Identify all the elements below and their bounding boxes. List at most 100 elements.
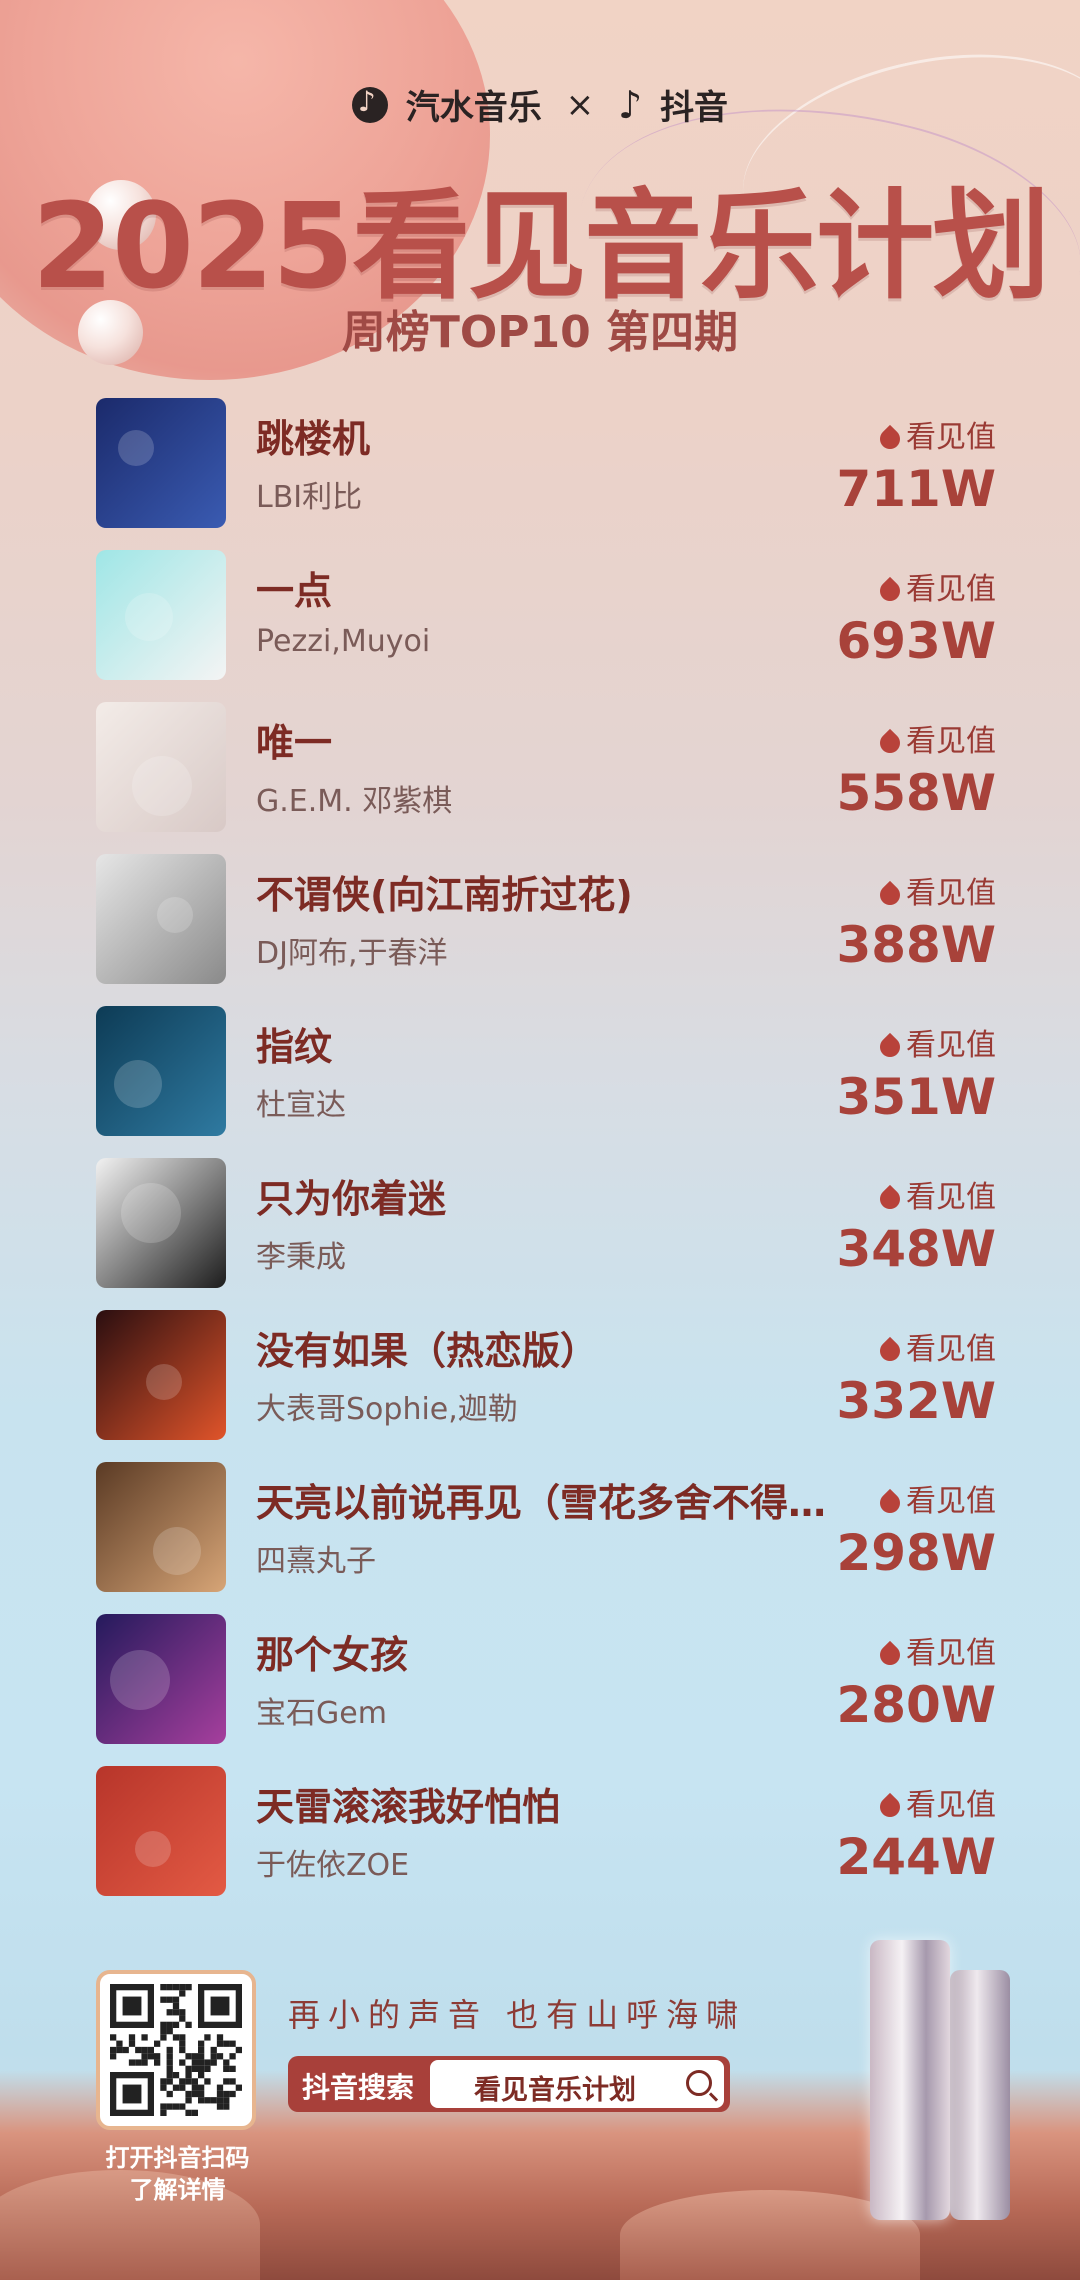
song-artist: 宝石Gem bbox=[256, 1696, 387, 1731]
album-cover[interactable] bbox=[96, 1006, 226, 1136]
album-cover[interactable] bbox=[96, 1766, 226, 1896]
metric-label-text: 看见值 bbox=[906, 1788, 996, 1823]
song-artist: 四熹丸子 bbox=[256, 1544, 376, 1579]
metric-label: 看见值 bbox=[796, 564, 996, 608]
album-cover[interactable] bbox=[96, 1310, 226, 1440]
album-cover[interactable] bbox=[96, 1614, 226, 1744]
album-cover-art bbox=[96, 1766, 226, 1896]
metric-value: 558W bbox=[836, 764, 996, 822]
search-input[interactable]: 看见音乐计划 bbox=[430, 2060, 724, 2108]
view-metric: 看见值 351W bbox=[796, 1020, 996, 1126]
flame-drop-icon bbox=[875, 728, 905, 757]
song-title: 天亮以前说再见（雪花多舍不得… bbox=[256, 1481, 827, 1525]
metric-value: 711W bbox=[836, 460, 996, 518]
chart-row[interactable]: 唯一 G.E.M. 邓紫棋 看见值 558W bbox=[96, 702, 996, 854]
flame-drop-icon bbox=[875, 576, 905, 605]
metric-value: 388W bbox=[836, 916, 996, 974]
song-title: 那个女孩 bbox=[256, 1633, 409, 1677]
qr-code-image bbox=[110, 1984, 242, 2116]
chart-row[interactable]: 那个女孩宝石Gem 看见值 280W bbox=[96, 1614, 996, 1766]
qr-caption-line-2: 了解详情 bbox=[129, 2176, 226, 2204]
song-title: 没有如果（热恋版） bbox=[256, 1329, 599, 1373]
song-title: 不谓侠(向江南折过花) bbox=[256, 873, 633, 917]
metric-value: 348W bbox=[836, 1220, 996, 1278]
song-artist: LBI利比 bbox=[256, 480, 363, 515]
view-metric: 看见值 388W bbox=[796, 868, 996, 974]
album-cover-art bbox=[96, 702, 226, 832]
chart-row[interactable]: 一点 Pezzi,Muyoi 看见值 693W bbox=[96, 550, 996, 702]
song-title: 一点 bbox=[256, 569, 333, 613]
view-metric: 看见值 332W bbox=[796, 1324, 996, 1430]
poster: 汽水音乐 × ♪ 抖音 2025看见音乐计划 周榜TOP10 第四期 跳楼机LB… bbox=[0, 0, 1080, 2280]
qr-code[interactable] bbox=[96, 1970, 256, 2130]
flame-drop-icon bbox=[875, 1640, 905, 1669]
album-cover[interactable] bbox=[96, 854, 226, 984]
view-metric: 看见值 298W bbox=[796, 1476, 996, 1582]
flame-drop-icon bbox=[875, 1184, 905, 1213]
page-subtitle: 周榜TOP10 第四期 bbox=[341, 307, 739, 358]
song-title: 只为你着迷 bbox=[256, 1177, 447, 1221]
metric-label: 看见值 bbox=[796, 1628, 996, 1672]
view-metric: 看见值 280W bbox=[796, 1628, 996, 1734]
album-cover-art bbox=[96, 1462, 226, 1592]
album-cover[interactable] bbox=[96, 702, 226, 832]
search-label: 抖音搜索 bbox=[302, 2071, 415, 2104]
metric-label: 看见值 bbox=[796, 1172, 996, 1216]
douyin-logo-icon: ♪ bbox=[617, 82, 643, 127]
flame-drop-icon bbox=[875, 1792, 905, 1821]
brand-bar: 汽水音乐 × ♪ 抖音 bbox=[0, 80, 1080, 129]
album-cover[interactable] bbox=[96, 1158, 226, 1288]
metric-label: 看见值 bbox=[796, 1780, 996, 1824]
album-cover-art bbox=[96, 854, 226, 984]
chart-row[interactable]: 指纹 杜宣达 看见值 351W bbox=[96, 1006, 996, 1158]
metric-label: 看见值 bbox=[796, 716, 996, 760]
metric-value: 351W bbox=[836, 1068, 996, 1126]
metric-label-text: 看见值 bbox=[906, 1028, 996, 1063]
song-title: 天雷滚滚我好怕怕 bbox=[256, 1785, 561, 1829]
album-cover[interactable] bbox=[96, 1462, 226, 1592]
album-cover-art bbox=[96, 550, 226, 680]
qr-caption: 打开抖音扫码 了解详情 bbox=[70, 2142, 285, 2206]
chart-row[interactable]: 只为你着迷李秉成 看见值 348W bbox=[96, 1158, 996, 1310]
metric-value: 244W bbox=[836, 1828, 996, 1886]
flame-drop-icon bbox=[875, 1336, 905, 1365]
chart-row[interactable]: 不谓侠(向江南折过花) DJ阿布,于春洋 看见值 388W bbox=[96, 854, 996, 1006]
chart-row[interactable]: 跳楼机 LBI利比 看见值 711W bbox=[96, 398, 996, 550]
chart-row[interactable]: 没有如果（热恋版） 大表哥Sophie,迦勒 看见值 332W bbox=[96, 1310, 996, 1462]
metric-label: 看见值 bbox=[796, 1020, 996, 1064]
view-metric: 看见值 558W bbox=[796, 716, 996, 822]
flame-drop-icon bbox=[875, 424, 905, 453]
view-metric: 看见值 711W bbox=[796, 412, 996, 518]
metric-label-text: 看见值 bbox=[906, 1636, 996, 1671]
metric-value: 298W bbox=[836, 1524, 996, 1582]
metric-value: 693W bbox=[836, 612, 996, 670]
album-cover[interactable] bbox=[96, 398, 226, 528]
flame-drop-icon bbox=[875, 1488, 905, 1517]
search-query: 看见音乐计划 bbox=[474, 2075, 636, 2106]
song-artist: G.E.M. 邓紫棋 bbox=[256, 784, 453, 819]
view-metric: 看见值 244W bbox=[796, 1780, 996, 1886]
qishui-music-logo-icon bbox=[351, 85, 388, 123]
album-cover-art bbox=[96, 1614, 226, 1744]
song-title: 跳楼机 bbox=[256, 417, 371, 461]
decorative-monument bbox=[870, 1940, 950, 2220]
metric-value: 332W bbox=[836, 1372, 996, 1430]
chart-row[interactable]: 天亮以前说再见（雪花多舍不得… 四熹丸子 看见值 298W bbox=[96, 1462, 996, 1614]
album-cover-art bbox=[96, 1158, 226, 1288]
qr-caption-line-1: 打开抖音扫码 bbox=[105, 2144, 250, 2172]
brand-right: 抖音 bbox=[660, 88, 729, 128]
album-cover-art bbox=[96, 398, 226, 528]
metric-label-text: 看见值 bbox=[906, 420, 996, 455]
flame-drop-icon bbox=[875, 880, 905, 909]
song-artist: 李秉成 bbox=[256, 1240, 346, 1275]
metric-label-text: 看见值 bbox=[906, 1484, 996, 1519]
song-artist: DJ阿布,于春洋 bbox=[256, 936, 448, 971]
view-metric: 看见值 348W bbox=[796, 1172, 996, 1278]
metric-label-text: 看见值 bbox=[906, 724, 996, 759]
chart-row[interactable]: 天雷滚滚我好怕怕 于佐依ZOE 看见值 244W bbox=[96, 1766, 996, 1918]
song-title: 唯一 bbox=[256, 721, 333, 765]
douyin-search-bar[interactable]: 抖音搜索 看见音乐计划 bbox=[288, 2056, 730, 2112]
album-cover[interactable] bbox=[96, 550, 226, 680]
metric-label: 看见值 bbox=[796, 412, 996, 456]
search-icon[interactable] bbox=[686, 2070, 712, 2096]
